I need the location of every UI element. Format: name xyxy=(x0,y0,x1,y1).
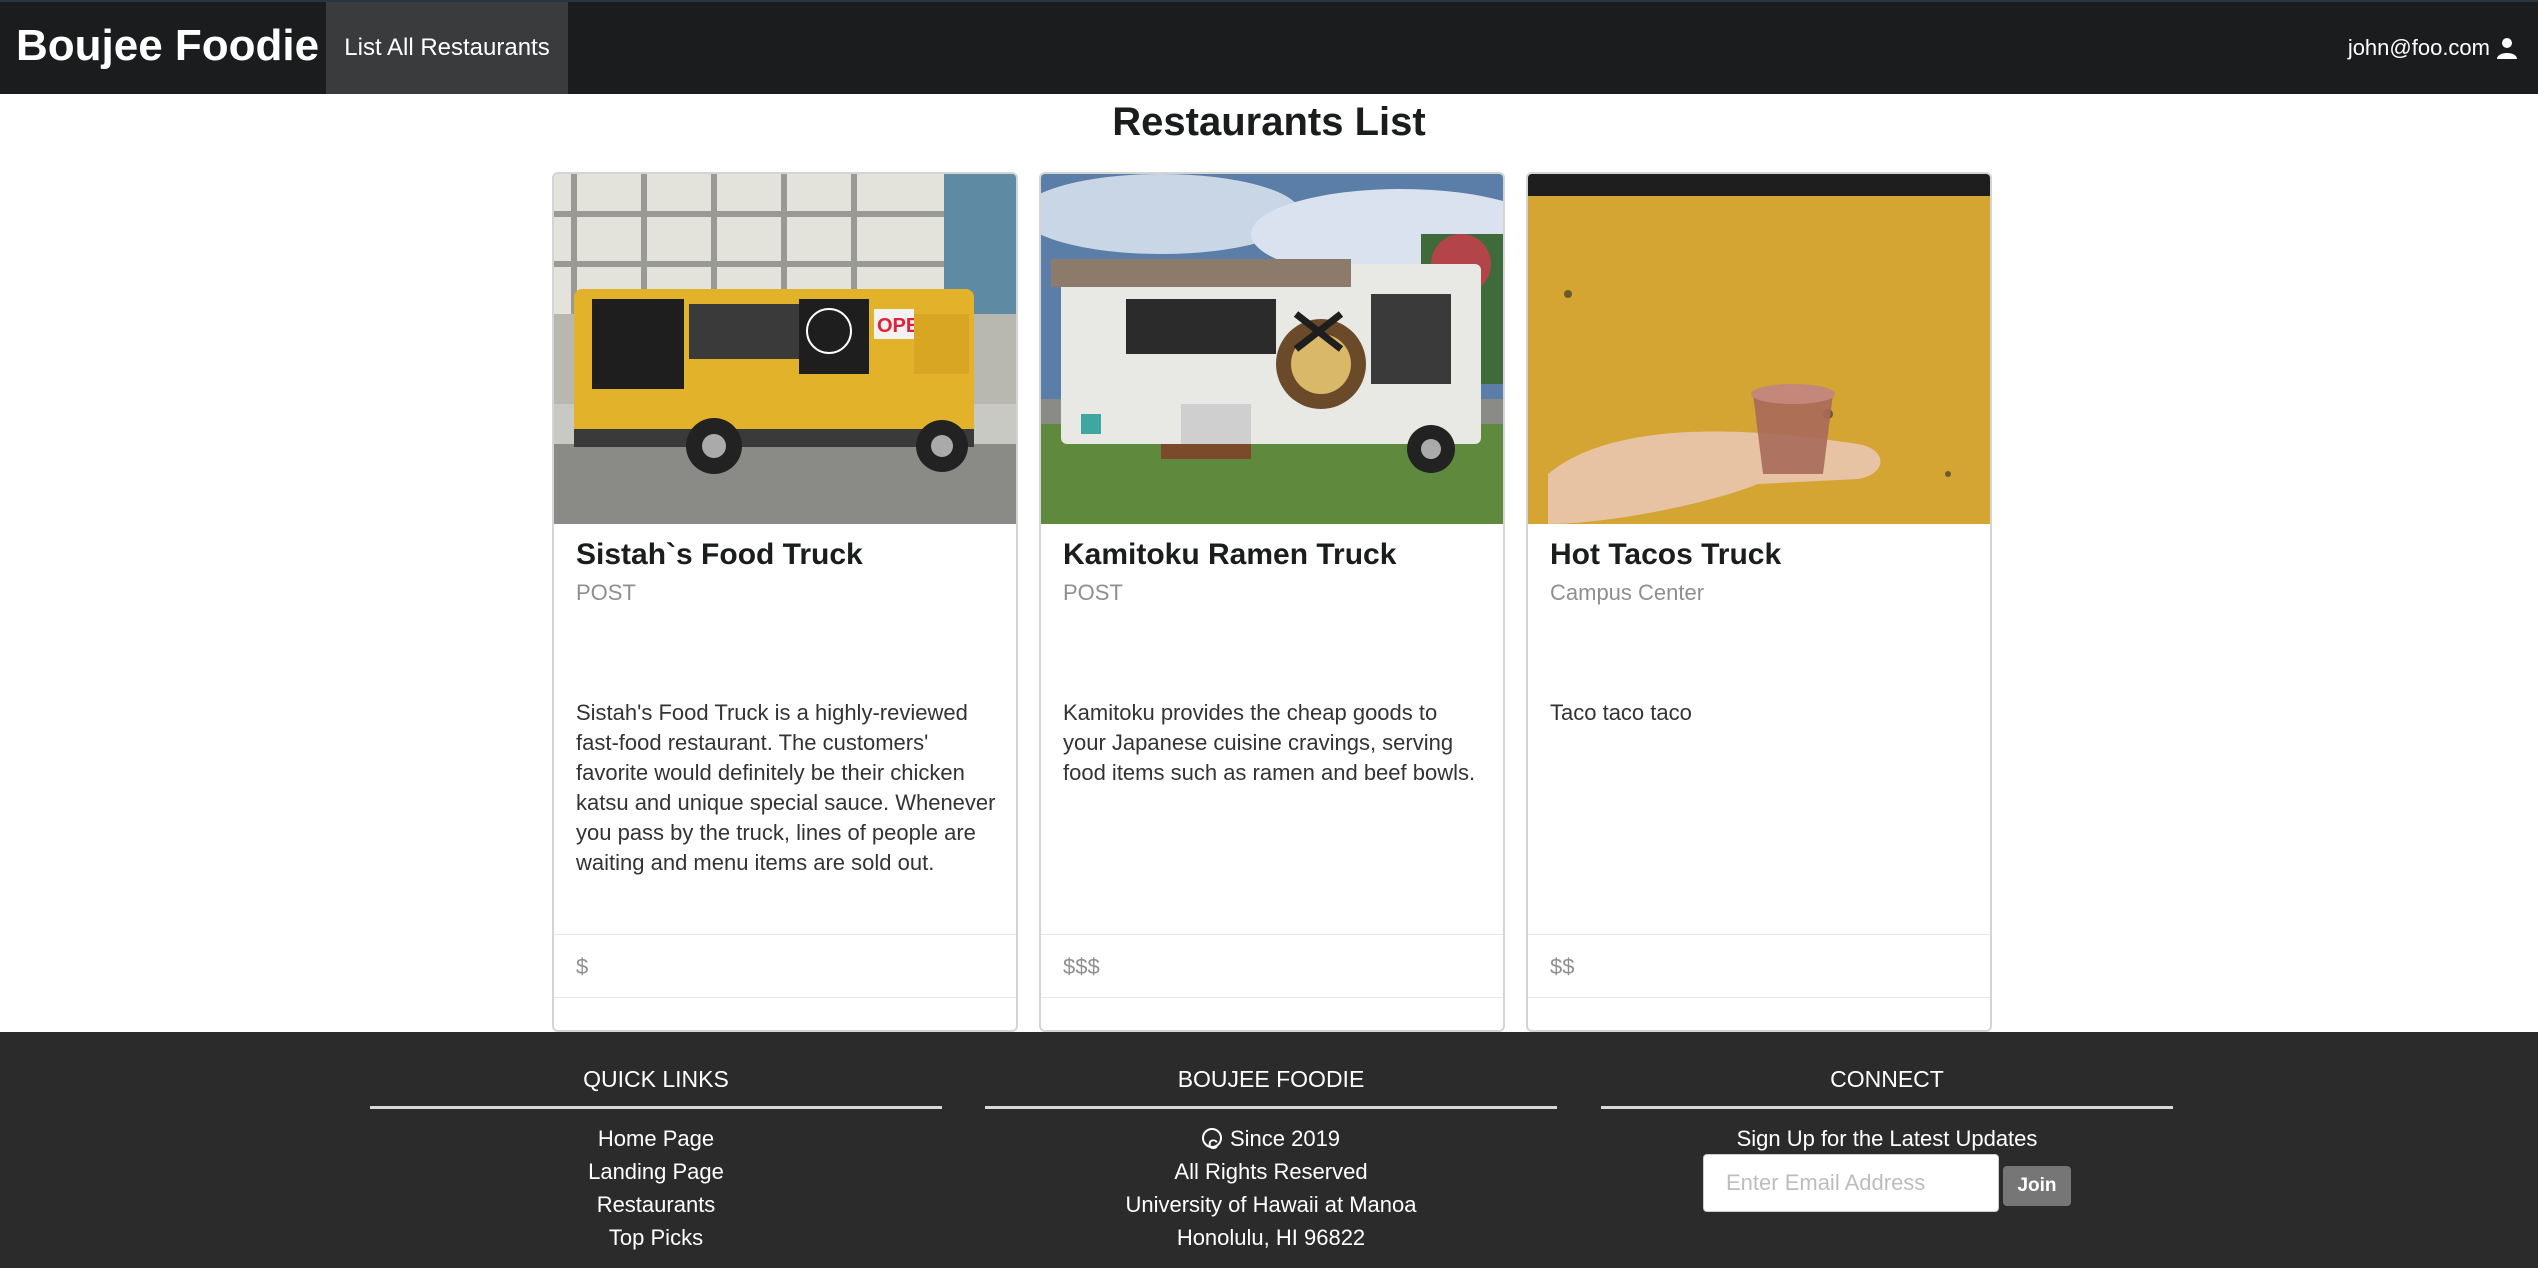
restaurant-description: Taco taco taco xyxy=(1550,700,1692,725)
join-button[interactable]: Join xyxy=(2003,1166,2071,1206)
restaurant-location: POST xyxy=(576,580,636,605)
footer-link-top-picks[interactable]: Top Picks xyxy=(370,1221,942,1254)
email-input[interactable] xyxy=(1703,1154,1999,1212)
footer-since: Since 2019 xyxy=(985,1122,1557,1161)
restaurant-description: Kamitoku provides the cheap goods to you… xyxy=(1063,700,1476,785)
top-navbar: Boujee Foodie List All Restaurants john@… xyxy=(0,0,2538,94)
footer-university: University of Hawaii at Manoa xyxy=(1125,1192,1417,1217)
restaurant-card[interactable]: Kamitoku Ramen Truck POST Kamitoku provi… xyxy=(1039,172,1505,1032)
restaurant-name: Hot Tacos Truck xyxy=(1550,538,1782,571)
footer-rights: All Rights Reserved xyxy=(1174,1159,1368,1184)
footer-heading: QUICK LINKS xyxy=(583,1066,729,1092)
footer-link-home[interactable]: Home Page xyxy=(370,1122,942,1155)
page-footer: QUICK LINKS Home Page Landing Page Resta… xyxy=(0,1032,2538,1268)
user-email: john@foo.com xyxy=(2347,35,2490,60)
footer-link-restaurants[interactable]: Restaurants xyxy=(370,1188,942,1221)
user-icon xyxy=(2497,38,2517,59)
signup-text: Sign Up for the Latest Updates xyxy=(1736,1126,2038,1151)
restaurant-price: $$ xyxy=(1528,934,1990,998)
footer-divider xyxy=(1601,1106,2173,1109)
restaurant-image xyxy=(1528,174,1990,524)
footer-heading: BOUJEE FOODIE xyxy=(1177,1066,1365,1092)
restaurant-card[interactable]: OPE Sistah`s Food Truck POST Sistah's Fo… xyxy=(552,172,1018,1032)
restaurant-card[interactable]: Hot Tacos Truck Campus Center Taco taco … xyxy=(1526,172,1992,1032)
footer-heading: CONNECT xyxy=(1830,1066,1944,1092)
copyright-icon xyxy=(1201,1128,1222,1161)
footer-link-landing[interactable]: Landing Page xyxy=(370,1155,942,1188)
footer-address: Honolulu, HI 96822 xyxy=(1176,1225,1366,1250)
nav-list-all-restaurants[interactable]: List All Restaurants xyxy=(326,2,568,94)
footer-divider xyxy=(985,1106,1557,1109)
brand-logo[interactable]: Boujee Foodie xyxy=(16,2,319,94)
restaurant-name: Kamitoku Ramen Truck xyxy=(1063,538,1397,571)
quick-links-list: Home Page Landing Page Restaurants Top P… xyxy=(370,1122,942,1254)
page-title: Restaurants List xyxy=(1112,100,1426,144)
svg-text:OPE: OPE xyxy=(877,315,919,337)
restaurant-price: $ xyxy=(554,934,1016,998)
restaurant-image xyxy=(1041,174,1503,524)
restaurant-name: Sistah`s Food Truck xyxy=(576,538,863,571)
restaurant-description: Sistah's Food Truck is a highly-reviewed… xyxy=(576,700,996,875)
about-list: Since 2019 All Rights Reserved Universit… xyxy=(985,1122,1557,1254)
restaurant-location: Campus Center xyxy=(1550,580,1705,605)
restaurant-cards: OPE Sistah`s Food Truck POST Sistah's Fo… xyxy=(552,172,1992,1032)
since-text: Since 2019 xyxy=(1229,1126,1341,1151)
user-menu[interactable]: john@foo.com xyxy=(2348,2,2518,94)
footer-divider xyxy=(370,1106,942,1109)
restaurant-image: OPE xyxy=(554,174,1016,524)
restaurant-price: $$$ xyxy=(1041,934,1503,998)
restaurant-location: POST xyxy=(1063,580,1123,605)
